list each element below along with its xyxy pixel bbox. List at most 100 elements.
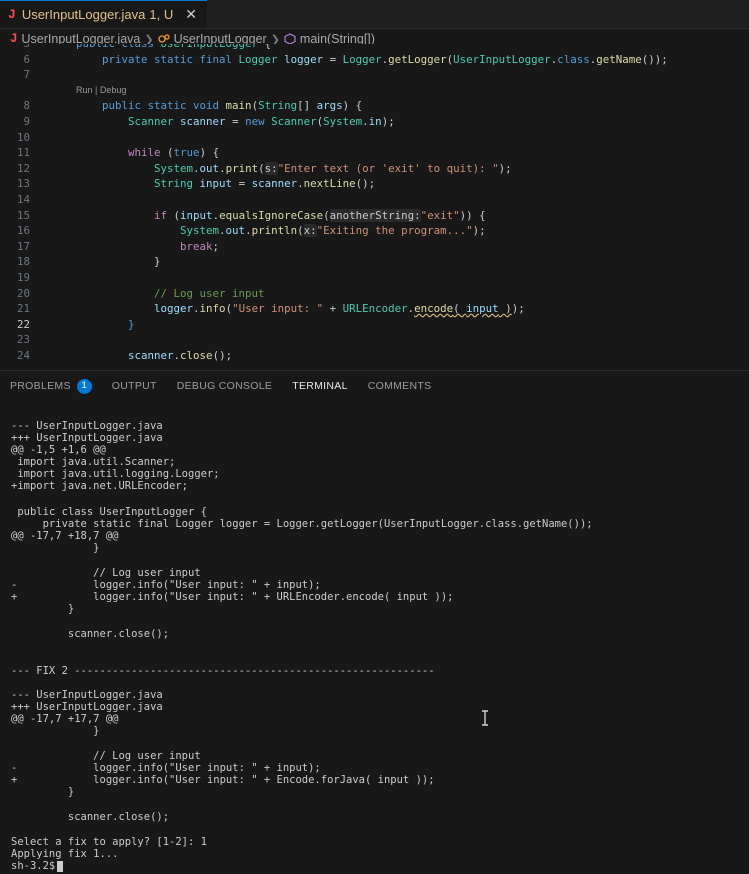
line-number: 7 <box>23 68 30 82</box>
line-number: 13 <box>16 177 30 191</box>
line-number: 24 <box>16 348 30 362</box>
line-number: 22 <box>16 317 30 331</box>
code-line[interactable]: 22 } <box>0 317 749 333</box>
terminal-line: @@ -1,5 +1,6 @@ <box>11 444 106 456</box>
terminal-line: } <box>11 542 100 554</box>
terminal-cursor <box>57 860 64 872</box>
terminal-line: - logger.info("User input: " + input); <box>11 579 321 591</box>
code-text: System.out.print(s:"Enter text (or 'exit… <box>154 161 512 175</box>
code-text: break; <box>180 239 220 253</box>
line-number: 5 <box>0 44 76 52</box>
tab-problems[interactable]: PROBLEMS 1 <box>0 371 102 401</box>
tab-debug-console[interactable]: DEBUG CONSOLE <box>167 371 283 401</box>
terminal-line: --- FIX 2 ------------------------------… <box>11 665 435 677</box>
line-number: 18 <box>16 255 30 269</box>
terminal-line: // Log user input <box>11 750 201 762</box>
tab-status: 1, U <box>149 7 174 22</box>
line-number: 21 <box>16 302 30 316</box>
code-line[interactable]: 12 System.out.print(s:"Enter text (or 'e… <box>0 161 749 177</box>
code-text: public class UserInputLogger { <box>76 44 271 52</box>
line-number: 17 <box>16 239 30 253</box>
codelens-run-debug[interactable]: Run | Debug <box>0 83 749 99</box>
code-editor[interactable]: 5 public class UserInputLogger { 6 priva… <box>0 44 749 370</box>
terminal-prompt: sh-3.2$ <box>11 860 56 872</box>
terminal-line: +import java.net.URLEncoder; <box>11 480 189 492</box>
terminal-line: + logger.info("User input: " + Encode.fo… <box>11 774 435 786</box>
java-file-icon: J <box>8 7 16 22</box>
terminal-line: } <box>11 786 75 798</box>
code-text: // Log user input <box>154 286 265 300</box>
tab-problems-label: PROBLEMS <box>10 380 71 392</box>
terminal-line: public class UserInputLogger { <box>11 506 207 518</box>
code-line[interactable]: 19 <box>0 270 749 286</box>
line-number: 12 <box>16 161 30 175</box>
code-text: public static void main(String[] args) { <box>102 99 363 113</box>
code-line[interactable]: 17 break; <box>0 239 749 255</box>
problems-count-badge: 1 <box>76 378 92 394</box>
code-line[interactable]: 23 <box>0 332 749 348</box>
line-number: 8 <box>23 99 30 113</box>
tab-output[interactable]: OUTPUT <box>102 371 167 401</box>
code-line[interactable]: 21 logger.info("User input: " + URLEncod… <box>0 301 749 317</box>
terminal-line: + logger.info("User input: " + URLEncode… <box>11 591 454 603</box>
panel-tab-bar: PROBLEMS 1 OUTPUT DEBUG CONSOLE TERMINAL… <box>0 370 749 401</box>
tab-filename: UserInputLogger.java <box>21 7 146 22</box>
code-text: scanner.close(); <box>128 348 233 362</box>
code-text: } <box>76 255 161 269</box>
line-number: 15 <box>16 208 30 222</box>
code-text: while (true) { <box>128 146 220 160</box>
line-number: 6 <box>23 52 30 66</box>
code-text: System.out.println(x:"Exiting the progra… <box>180 224 486 238</box>
line-number: 11 <box>16 146 30 160</box>
terminal-line: @@ -17,7 +18,7 @@ <box>11 530 119 542</box>
line-number: 19 <box>16 270 30 284</box>
line-number: 9 <box>23 114 30 128</box>
code-line[interactable]: 9 Scanner scanner = new Scanner(System.i… <box>0 114 749 130</box>
code-text: if (input.equalsIgnoreCase(anotherString… <box>154 208 486 222</box>
terminal-line: } <box>11 725 100 737</box>
code-line[interactable]: 11 while (true) { <box>0 145 749 161</box>
code-line[interactable]: 13 String input = scanner.nextLine(); <box>0 176 749 192</box>
terminal-line: +++ UserInputLogger.java <box>11 432 163 444</box>
code-text: } <box>128 317 135 331</box>
terminal-line: // Log user input <box>11 567 201 579</box>
code-text: logger.info("User input: " + URLEncoder.… <box>154 302 525 316</box>
text-cursor-icon <box>482 710 488 726</box>
code-line[interactable]: 18 } <box>0 254 749 270</box>
terminal-line: --- UserInputLogger.java <box>11 420 163 432</box>
tab-terminal[interactable]: TERMINAL <box>282 372 358 401</box>
code-text: private static final Logger logger = Log… <box>102 52 668 66</box>
terminal-line: scanner.close(); <box>11 628 170 640</box>
code-line[interactable]: 16 System.out.println(x:"Exiting the pro… <box>0 223 749 239</box>
code-line[interactable]: 6 private static final Logger logger = L… <box>0 52 749 68</box>
line-number: 16 <box>16 224 30 238</box>
terminal-line: private static final Logger logger = Log… <box>11 518 593 530</box>
editor-tab-userinputlogger[interactable]: J UserInputLogger.java 1, U ✕ <box>0 0 207 28</box>
code-line[interactable]: 24 scanner.close(); <box>0 348 749 364</box>
code-line[interactable]: 20 // Log user input <box>0 286 749 302</box>
editor-tab-bar: J UserInputLogger.java 1, U ✕ <box>0 0 749 29</box>
code-text: Scanner scanner = new Scanner(System.in)… <box>128 114 395 128</box>
line-number: 23 <box>16 333 30 347</box>
terminal-line: Applying fix 1... <box>11 848 119 860</box>
line-number: 14 <box>16 192 30 206</box>
terminal-line: - logger.info("User input: " + input); <box>11 762 321 774</box>
line-number: 20 <box>16 286 30 300</box>
terminal-line: Select a fix to apply? [1-2]: 1 <box>11 836 207 848</box>
code-line[interactable]: 14 <box>0 192 749 208</box>
tab-comments[interactable]: COMMENTS <box>358 371 442 401</box>
code-line[interactable]: 8 public static void main(String[] args)… <box>0 98 749 114</box>
terminal-line: import java.util.Scanner; <box>11 456 176 468</box>
line-number: 10 <box>16 130 30 144</box>
terminal-line: import java.util.logging.Logger; <box>11 468 220 480</box>
close-icon[interactable]: ✕ <box>185 6 197 23</box>
terminal-prompt-line[interactable]: sh-3.2$ <box>11 860 64 872</box>
code-line[interactable]: 7 <box>0 67 749 83</box>
terminal-line: +++ UserInputLogger.java <box>11 701 163 713</box>
code-line[interactable]: 5 public class UserInputLogger { <box>0 44 749 52</box>
code-line[interactable]: 15 if (input.equalsIgnoreCase(anotherStr… <box>0 208 749 224</box>
code-line[interactable]: 10 <box>0 130 749 146</box>
terminal-output[interactable]: --- UserInputLogger.java +++ UserInputLo… <box>0 400 749 874</box>
terminal-line: } <box>11 603 75 615</box>
terminal-line: --- UserInputLogger.java <box>11 689 163 701</box>
